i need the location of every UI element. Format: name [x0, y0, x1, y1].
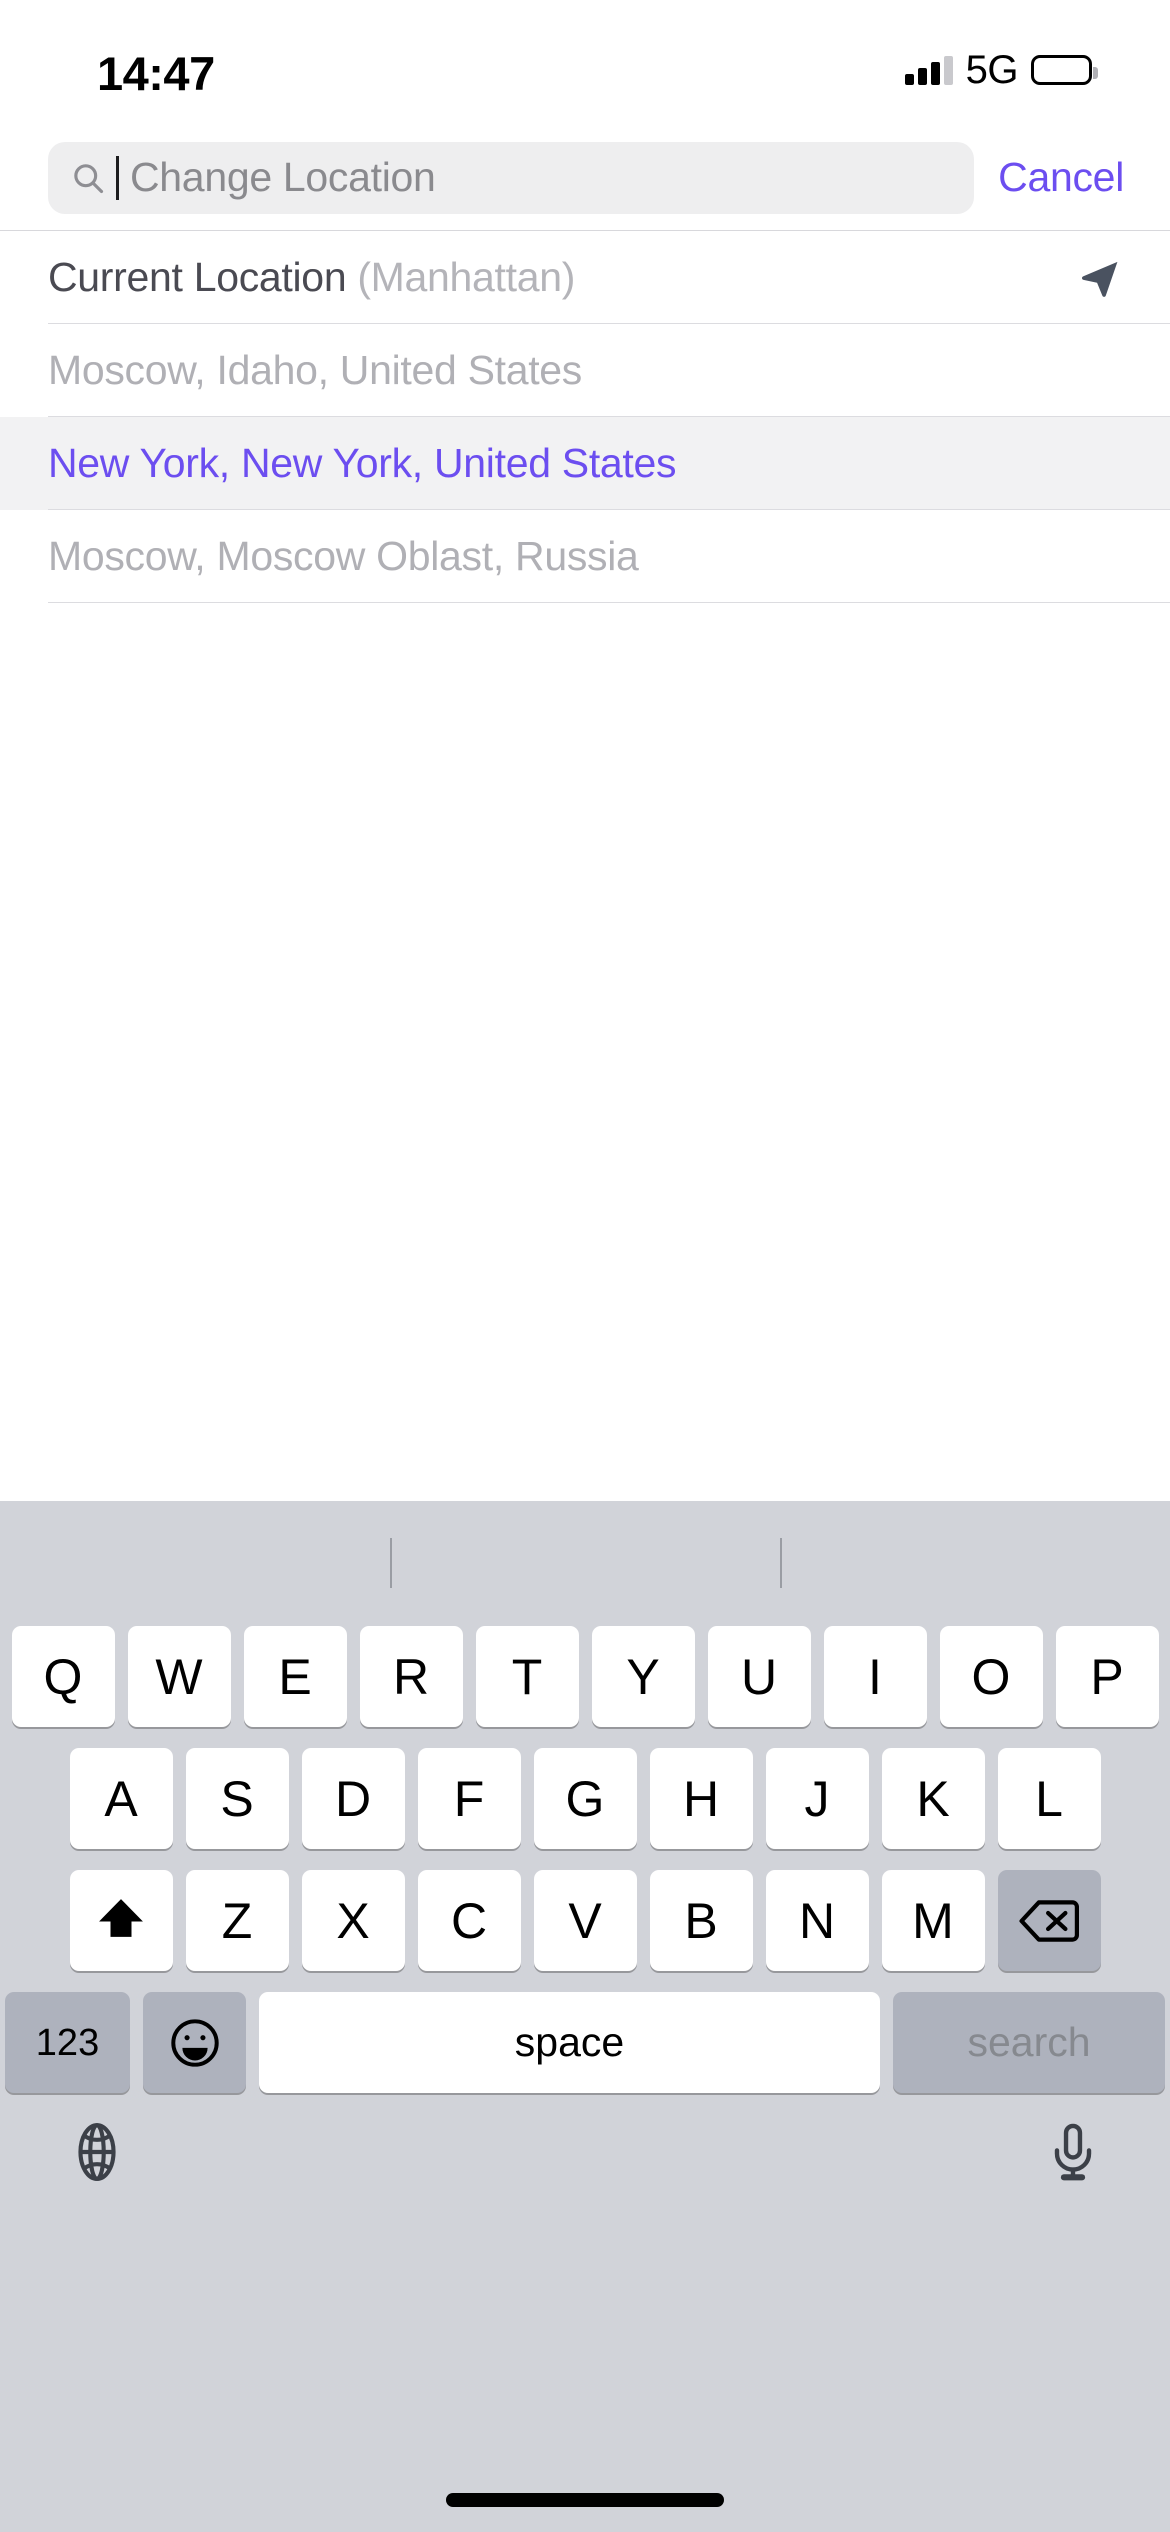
key-r[interactable]: R	[359, 1626, 463, 1727]
list-item-label: Moscow, Idaho, United States	[48, 346, 583, 393]
delete-left-icon	[1019, 1899, 1080, 1942]
key-f[interactable]: F	[417, 1748, 521, 1849]
home-indicator[interactable]	[446, 2493, 724, 2507]
list-item[interactable]: New York, New York, United States	[0, 417, 1170, 510]
list-item[interactable]: Moscow, Idaho, United States	[0, 324, 1170, 417]
key-x[interactable]: X	[301, 1870, 405, 1971]
navigation-arrow-icon	[1082, 261, 1118, 297]
current-location-detail: (Manhattan)	[357, 254, 576, 300]
key-l[interactable]: L	[997, 1748, 1101, 1849]
key-y[interactable]: Y	[591, 1626, 695, 1727]
predictive-divider	[780, 1538, 782, 1588]
key-u[interactable]: U	[707, 1626, 811, 1727]
key-e[interactable]: E	[243, 1626, 347, 1727]
list-item-label: Moscow, Moscow Oblast, Russia	[48, 532, 639, 579]
key-g[interactable]: G	[533, 1748, 637, 1849]
key-i[interactable]: I	[823, 1626, 927, 1727]
globe-key[interactable]	[66, 2121, 128, 2183]
smiley-face-icon	[170, 2018, 219, 2067]
list-item-label: New York, New York, United States	[48, 439, 677, 486]
location-results-list: Current Location (Manhattan) Moscow, Ida…	[0, 231, 1170, 603]
battery-icon	[1031, 55, 1098, 85]
globe-icon	[78, 2123, 116, 2181]
on-screen-keyboard: Q W E R T Y U I O P A S D F G H J K L Z …	[0, 1501, 1170, 2468]
key-b[interactable]: B	[649, 1870, 753, 1971]
key-d[interactable]: D	[301, 1748, 405, 1849]
key-z[interactable]: Z	[185, 1870, 289, 1971]
key-n[interactable]: N	[765, 1870, 869, 1971]
keyboard-bottom-bar	[0, 2093, 1170, 2211]
key-a[interactable]: A	[69, 1748, 173, 1849]
key-c[interactable]: C	[417, 1870, 521, 1971]
shift-arrow-icon	[99, 1898, 143, 1937]
network-type-label: 5G	[965, 47, 1019, 92]
home-indicator-area	[0, 2468, 1170, 2532]
content-empty-area	[0, 603, 1170, 1501]
list-item[interactable]: Moscow, Moscow Oblast, Russia	[0, 510, 1170, 603]
phone-screen: 14:47 5G Change Location Cancel Current …	[0, 0, 1170, 2532]
key-t[interactable]: T	[475, 1626, 579, 1727]
key-o[interactable]: O	[939, 1626, 1043, 1727]
search-return-key[interactable]: search	[893, 1992, 1165, 2093]
search-icon	[74, 163, 104, 193]
row-separator	[48, 602, 1170, 603]
search-placeholder-text: Change Location	[130, 154, 436, 200]
emoji-key[interactable]	[143, 1992, 246, 2093]
keyboard-row-4: 123 space search	[0, 1992, 1170, 2093]
predictive-divider	[390, 1538, 392, 1588]
delete-key[interactable]	[997, 1870, 1101, 1971]
cellular-signal-icon	[904, 55, 953, 85]
shift-key[interactable]	[69, 1870, 173, 1971]
key-w[interactable]: W	[127, 1626, 231, 1727]
key-q[interactable]: Q	[11, 1626, 115, 1727]
key-k[interactable]: K	[881, 1748, 985, 1849]
list-item-current-location[interactable]: Current Location (Manhattan)	[0, 231, 1170, 324]
status-bar-time: 14:47	[97, 47, 215, 100]
key-h[interactable]: H	[649, 1748, 753, 1849]
predictive-text-bar[interactable]	[0, 1501, 1170, 1626]
search-input[interactable]: Change Location	[48, 141, 975, 214]
status-bar-indicators: 5G	[904, 47, 1098, 92]
space-key[interactable]: space	[259, 1992, 880, 2093]
current-location-label: Current Location	[48, 253, 347, 300]
key-j[interactable]: J	[765, 1748, 869, 1849]
key-p[interactable]: P	[1055, 1626, 1159, 1727]
keyboard-row-2: A S D F G H J K L	[0, 1748, 1170, 1849]
key-s[interactable]: S	[185, 1748, 289, 1849]
dictation-key[interactable]	[1042, 2121, 1104, 2183]
keyboard-row-3: Z X C V B N M	[0, 1870, 1170, 1971]
cancel-button[interactable]: Cancel	[998, 154, 1134, 201]
keyboard-row-1: Q W E R T Y U I O P	[0, 1626, 1170, 1727]
key-m[interactable]: M	[881, 1870, 985, 1971]
search-bar: Change Location Cancel	[0, 125, 1170, 230]
text-cursor	[116, 155, 119, 200]
microphone-icon	[1054, 2123, 1092, 2181]
status-bar: 14:47 5G	[0, 0, 1170, 125]
key-v[interactable]: V	[533, 1870, 637, 1971]
numbers-key[interactable]: 123	[5, 1992, 130, 2093]
